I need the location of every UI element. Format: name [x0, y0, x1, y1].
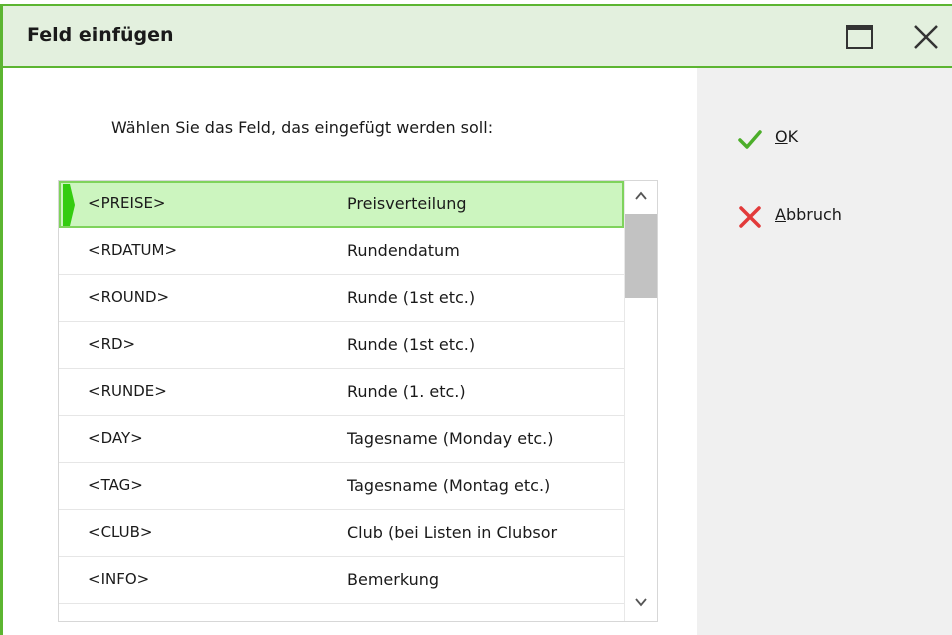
dialog-titlebar: Feld einfügen [3, 6, 952, 68]
field-list[interactable]: <PREISE> Preisverteilung <RDATUM> Rundendat… [58, 180, 658, 622]
field-code: <DAY> [88, 429, 143, 447]
field-list-row[interactable]: <PREISE> Preisverteilung [59, 181, 624, 228]
field-description: Preisverteilung [347, 194, 467, 213]
close-button[interactable] [907, 20, 943, 54]
field-description: Club (bei Listen in Clubsor [347, 523, 558, 542]
cancel-x-icon [739, 206, 761, 228]
list-scrollbar[interactable] [624, 181, 657, 621]
scrollbar-thumb[interactable] [625, 214, 657, 298]
field-description: Runde (1. etc.) [347, 382, 466, 401]
field-list-row[interactable]: <ROUND> Runde (1st etc.) [59, 275, 624, 322]
ok-mnemonic: O [775, 127, 788, 146]
field-list-row[interactable]: <TAG> Tagesname (Montag etc.) [59, 463, 624, 510]
scroll-up-icon[interactable] [633, 189, 649, 203]
insert-field-dialog: Feld einfügen Wählen Sie das Feld, das e… [0, 4, 952, 635]
selection-marker-icon [63, 184, 75, 226]
checkmark-icon [738, 130, 762, 149]
field-description: Runde (1st etc.) [347, 288, 476, 307]
field-code: <PREISE> [88, 194, 166, 212]
field-code: <RUNDE> [88, 382, 167, 400]
field-description: Bemerkung [347, 570, 440, 589]
field-description: Rundendatum [347, 241, 460, 260]
maximize-button[interactable] [841, 20, 877, 54]
field-code: <CLUB> [88, 523, 153, 541]
selection-prompt: Wählen Sie das Feld, das eingefügt werde… [111, 118, 494, 137]
cancel-button-label: Abbruch [775, 205, 842, 224]
field-code: <RDATUM> [88, 241, 178, 259]
scroll-down-icon[interactable] [633, 595, 649, 609]
field-code: <ROUND> [88, 288, 170, 306]
field-list-row[interactable]: <CLUB> Club (bei Listen in Clubsor [59, 510, 624, 557]
field-code: <TAG> [88, 476, 143, 494]
ok-button-label: OK [775, 127, 798, 146]
dialog-title: Feld einfügen [27, 24, 174, 46]
field-description: Tagesname (Monday etc.) [347, 429, 554, 448]
field-list-row[interactable]: <DAY> Tagesname (Monday etc.) [59, 416, 624, 463]
action-pane: OK Abbruch [697, 68, 952, 635]
cancel-mnemonic: A [775, 205, 786, 224]
field-description: Tagesname (Montag etc.) [347, 476, 551, 495]
cancel-label-rest: bbruch [785, 205, 842, 224]
maximize-icon [846, 25, 873, 49]
field-code: <RD> [88, 335, 136, 353]
field-list-row[interactable]: <RD> Runde (1st etc.) [59, 322, 624, 369]
field-description: Runde (1st etc.) [347, 335, 476, 354]
field-list-row[interactable]: <RUNDE> Runde (1. etc.) [59, 369, 624, 416]
field-code: <INFO> [88, 570, 150, 588]
field-list-row[interactable]: <RDATUM> Rundendatum [59, 228, 624, 275]
field-list-row[interactable]: <INFO> Bemerkung [59, 557, 624, 604]
ok-label-rest: K [787, 127, 799, 146]
close-icon [914, 25, 938, 49]
field-selection-pane: Wählen Sie das Feld, das eingefügt werde… [3, 68, 697, 635]
